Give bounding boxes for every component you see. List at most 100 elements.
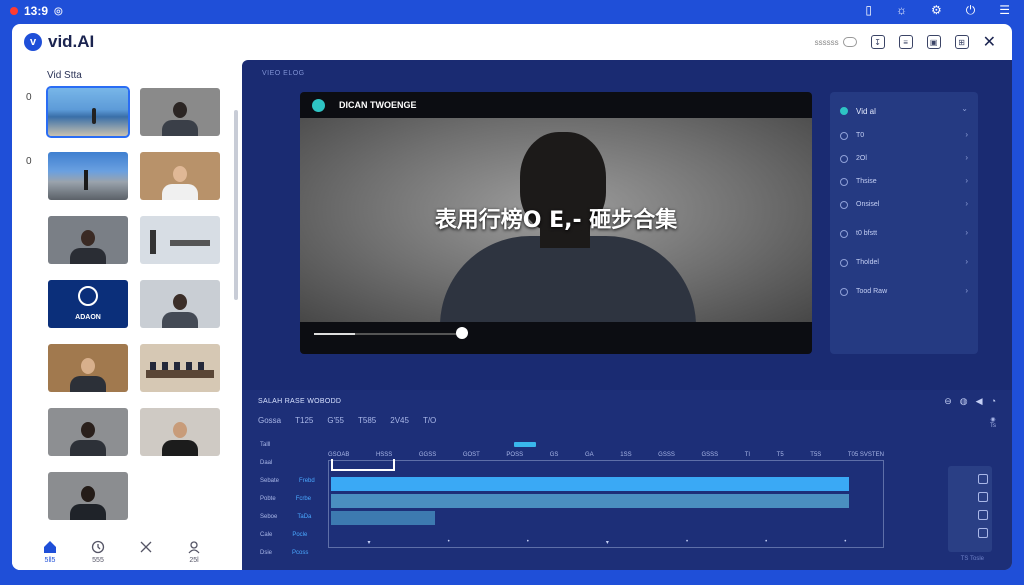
nav-history[interactable]: 555 (80, 540, 116, 564)
lock-toggle-icon[interactable] (978, 492, 988, 502)
video-thumbnail[interactable] (140, 344, 220, 392)
track-label: Dsie (260, 550, 273, 556)
video-player[interactable]: DICAN TWOENGE 表用行榜O E,- 砸步合集 (300, 92, 812, 354)
visibility-toggle-icon[interactable] (978, 474, 988, 484)
timeline-tab[interactable]: Gossa (258, 416, 281, 425)
nav-label: 555 (92, 557, 104, 564)
video-clip-track[interactable] (331, 477, 849, 491)
mute-toggle-icon[interactable] (978, 510, 988, 520)
video-thumbnail[interactable] (48, 472, 128, 520)
app-logo-icon: v (24, 33, 42, 51)
track-label-row: Daal (260, 460, 315, 478)
menu-item[interactable]: Tholdel › (830, 251, 978, 274)
menu-item[interactable]: Onsisel › (830, 193, 978, 216)
subtitle-clip-track[interactable] (331, 511, 435, 525)
selection-bracket[interactable] (331, 459, 395, 471)
audio-clip-track[interactable] (331, 494, 849, 508)
tick-mark-icon: • (526, 539, 529, 545)
menu-item[interactable]: T0 › (830, 124, 978, 147)
video-thumbnail[interactable] (140, 408, 220, 456)
timeline-tab[interactable]: T585 (358, 416, 376, 425)
timeline-tab[interactable]: T/O (423, 416, 436, 425)
menu-item[interactable]: 2Ol › (830, 147, 978, 170)
track-label-row: Sebate Frebd (260, 478, 315, 496)
ruler-label: GOST (462, 452, 480, 458)
option-icon (840, 154, 848, 163)
seek-bar[interactable] (314, 333, 462, 335)
timeline-tab[interactable]: 2V45 (390, 416, 409, 425)
video-thumbnail[interactable] (48, 216, 128, 264)
settings-icon[interactable]: ⚙ (931, 3, 942, 18)
tracks-area[interactable]: ▾ • • ▾ • • • (328, 459, 885, 549)
sync-toggle[interactable] (842, 37, 857, 47)
sidebar-title: Vid Stta (47, 70, 82, 81)
track-sublabel: TaDa (297, 514, 312, 520)
video-thumbnail[interactable] (140, 88, 220, 136)
bottom-nav: 5ll5 555 25l (32, 540, 212, 564)
playhead-marker[interactable] (514, 442, 536, 447)
timeline-ruler: GSOAB HSSS GGSS GOST POSS GS GA 1SS GSSS GSSS TI T5… (328, 452, 884, 458)
app-window: v vid.AI ssssss ↧ ≡ ▣ ⊞ ✕ Vid Stta 0 0 A… (12, 24, 1012, 570)
video-thumbnail[interactable] (48, 152, 128, 200)
track-sublabel: Pocle (292, 532, 308, 538)
track-sublabel: Pcoss (292, 550, 309, 556)
audio-icon[interactable]: ◔ (991, 396, 996, 407)
timeline-ticks: ▾ • • ▾ • • • (329, 539, 885, 549)
save-icon[interactable]: ⊞ (954, 35, 969, 49)
video-library-sidebar: Vid Stta 0 0 ADAON 5ll5 555 25l (12, 60, 240, 570)
import-icon[interactable]: ↧ (870, 35, 885, 49)
power-icon[interactable]: ⏻ (966, 3, 976, 18)
video-thumbnail[interactable] (140, 152, 220, 200)
timeline-tab[interactable]: T125 (295, 416, 313, 425)
small-label-text: Ts (990, 423, 996, 429)
menu-item-label: Tholdel (856, 259, 879, 266)
chevron-right-icon: › (965, 199, 968, 208)
nav-home[interactable]: 5ll5 (32, 540, 68, 564)
player-header: DICAN TWOENGE (300, 92, 812, 118)
nav-profile[interactable]: 25l (176, 540, 212, 564)
split-icon[interactable]: ◀ (976, 396, 983, 407)
snap-icon[interactable]: ◍ (960, 396, 968, 407)
track-label: Cale (260, 532, 273, 538)
sidebar-scrollbar[interactable] (234, 110, 238, 300)
subtitles-icon[interactable]: ≡ (898, 35, 913, 49)
video-thumbnail[interactable] (140, 280, 220, 328)
menu-item-label: T0 (856, 132, 865, 139)
video-thumbnail[interactable] (140, 216, 220, 264)
office-desk (170, 240, 210, 246)
seek-handle[interactable] (456, 327, 468, 339)
video-thumbnail[interactable] (48, 408, 128, 456)
video-frame[interactable]: 表用行榜O E,- 砸步合集 (300, 118, 812, 322)
chevron-right-icon: › (965, 228, 968, 237)
ruler-label: GSSS (701, 452, 719, 458)
recording-indicator-icon (10, 7, 18, 15)
video-thumbnail[interactable] (46, 86, 130, 138)
nav-edit[interactable] (128, 540, 164, 564)
title-actions: ssssss ↧ ≡ ▣ ⊞ ✕ (815, 32, 996, 52)
option-icon (840, 287, 848, 296)
ruler-label: T05 SVSTEN (847, 452, 884, 458)
track-controls (948, 466, 992, 552)
track-label: Sebate (260, 478, 280, 484)
meeting-people (150, 362, 210, 370)
video-thumbnail[interactable] (48, 344, 128, 392)
ruler-label: TI (744, 452, 751, 458)
timeline-footer: TS Tosle (960, 556, 984, 562)
zoom-icon[interactable]: ⊖ (944, 396, 952, 407)
menu-item[interactable]: t0 bfstt › (830, 222, 978, 245)
export-icon[interactable]: ▣ (926, 35, 941, 49)
track-label-row: Seboe TaDa (260, 514, 315, 532)
ruler-label: GSOAB (328, 452, 350, 458)
timeline-tab[interactable]: G'55 (327, 416, 344, 425)
ruler-label: GA (584, 452, 594, 458)
menu-item[interactable]: Thsise › (830, 170, 978, 193)
solo-toggle-icon[interactable] (978, 528, 988, 538)
video-thumbnail[interactable]: ADAON (48, 280, 128, 328)
eye-icon[interactable]: ◉ (990, 416, 996, 423)
row-marker: 0 (26, 92, 32, 103)
status-dot-icon (312, 98, 325, 112)
menu-header[interactable]: Vid al ⌄ (830, 98, 978, 124)
close-icon[interactable]: ✕ (983, 32, 996, 52)
menu-item[interactable]: Tood Raw › (830, 280, 978, 303)
menu-icon[interactable]: ☰ (999, 3, 1010, 18)
